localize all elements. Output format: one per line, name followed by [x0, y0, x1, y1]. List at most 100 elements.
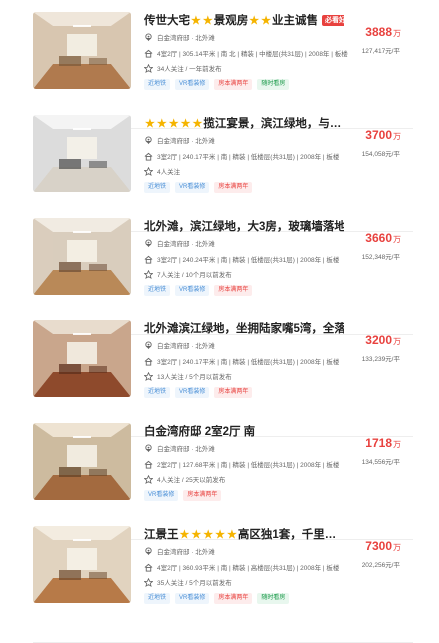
location-pin-icon — [144, 135, 153, 145]
specs-row: 3室2厅 | 240.17平米 | 南 | 精装 | 低楼层(共31层) | 2… — [144, 151, 339, 161]
location-pin-icon — [144, 32, 153, 42]
house-icon — [144, 152, 153, 161]
star-outline-icon — [143, 577, 154, 587]
listing-info: 北外滩滨江绿地，坐拥陆家嘴5湾，全落… 3200万 133,239元/平 白金湾… — [143, 319, 419, 430]
total-price-value: 7300 — [365, 539, 392, 553]
unit-price: 134,556元/平 — [361, 459, 400, 466]
specs-text: 3室2厅 | 240.24平米 | 南 | 精装 | 低楼层(共31层) | 2… — [157, 257, 340, 264]
listing-info: ★★★★★揽江宴景，滨江绿地，与…房主自荐 3700万 154,058元/平 白… — [143, 114, 419, 225]
follow-row: 4人关注 — [143, 166, 180, 176]
rating-star-icon: ★ — [191, 528, 202, 541]
house-icon — [144, 357, 153, 366]
listing-info: 白金湾府邸 2室2厅 南 1718万 134,556元/平 白金湾府邸 · 北外… — [143, 422, 419, 533]
listing-card[interactable]: 北外滩，滨江绿地，大3房，玻璃墙落地…房主自荐 3660万 152,348元/平… — [0, 217, 439, 335]
feature-badge: 近地铁 — [144, 285, 171, 296]
feature-badges: 近地铁 VR看装修 房本满两年 随时看房 — [144, 79, 290, 90]
specs-text: 4室2厅 | 360.93平米 | 南 | 精装 | 高楼层(共31层) | 2… — [157, 565, 340, 572]
star-outline-icon — [143, 371, 154, 381]
total-price-unit: 万 — [393, 29, 401, 38]
feature-badges: 近地铁 VR看装修 房本满两年 随时看房 — [144, 593, 290, 604]
total-price-unit: 万 — [393, 543, 401, 552]
listing-photo[interactable] — [33, 423, 131, 500]
community-row[interactable]: 白金湾府邸 · 北外滩 — [144, 135, 215, 145]
house-icon — [144, 563, 153, 572]
listing-card[interactable]: 北外滩滨江绿地，坐拥陆家嘴5湾，全落… 3200万 133,239元/平 白金湾… — [0, 319, 439, 437]
feature-badges: 近地铁 VR看装修 房本满两年 — [144, 182, 253, 193]
community-row[interactable]: 白金湾府邸 · 北外滩 — [144, 32, 215, 42]
star-outline-icon — [143, 166, 154, 176]
star-outline-icon — [143, 474, 154, 484]
rating-star-icon: ★ — [192, 117, 203, 130]
feature-badge: 随时看房 — [257, 79, 290, 90]
community-row[interactable]: 白金湾府邸 · 北外滩 — [144, 443, 215, 453]
total-price-value: 3888 — [365, 25, 392, 39]
listing-card[interactable]: 江景王 ★ ★ ★ ★ ★ 高区独1套，千里… 7300万 202,256元/平 白金湾府邸… — [0, 525, 439, 643]
follow-row: 7人关注 / 10个月以前发布 — [143, 269, 232, 279]
feature-badge: 房本满两年 — [214, 593, 253, 604]
listing-photo[interactable] — [33, 12, 131, 89]
rating-star-icon: ★ — [168, 117, 179, 130]
listing-title-text: 揽江宴景，滨江绿地，与… — [203, 118, 342, 130]
specs-row: 3室2厅 | 240.24平米 | 南 | 精装 | 低楼层(共31层) | 2… — [144, 254, 339, 264]
listing-title[interactable]: ★★★★★揽江宴景，滨江绿地，与…房主自荐 — [144, 114, 344, 132]
listing-title[interactable]: 江景王 ★ ★ ★ ★ ★ 高区独1套，千里… — [144, 525, 344, 543]
total-price: 1718万 — [365, 436, 401, 450]
listing-title[interactable]: 北外滩滨江绿地，坐拥陆家嘴5湾，全落… — [144, 319, 344, 337]
listing-photo[interactable] — [33, 115, 131, 192]
listing-title[interactable]: 白金湾府邸 2室2厅 南 — [144, 422, 344, 440]
unit-price: 152,348元/平 — [361, 254, 400, 261]
feature-badge: VR看装修 — [175, 182, 210, 193]
listing-photo[interactable] — [33, 320, 131, 397]
total-price-value: 3660 — [365, 231, 392, 245]
community-row[interactable]: 白金湾府邸 · 北外滩 — [144, 546, 215, 556]
listing-title-text: 白金湾府邸 2室2厅 南 — [144, 426, 256, 438]
listing-title[interactable]: 传世大宅★★景观房★★业主诚售必看好房 — [144, 11, 344, 29]
unit-price: 202,256元/平 — [361, 562, 400, 569]
house-icon — [144, 49, 153, 58]
follow-text: 4人关注 / 25天以前发布 — [157, 477, 226, 484]
specs-text: 4室2厅 | 305.14平米 | 南 北 | 精装 | 中楼层(共31层) |… — [157, 51, 348, 58]
house-icon — [144, 255, 153, 264]
community-text: 白金湾府邸 · 北外滩 — [157, 35, 215, 42]
listing-title[interactable]: 北外滩，滨江绿地，大3房，玻璃墙落地…房主自荐 — [144, 217, 344, 235]
listing-info: 北外滩，滨江绿地，大3房，玻璃墙落地…房主自荐 3660万 152,348元/平… — [143, 217, 419, 328]
rating-star-icon: ★ — [191, 14, 201, 27]
listing-tag-badge: 必看好房 — [322, 14, 344, 26]
listing-title-tail: 景观房 — [213, 15, 249, 27]
total-price: 3660万 — [365, 231, 401, 245]
total-price-value: 3700 — [365, 128, 392, 142]
feature-badge: 房本满两年 — [183, 490, 222, 501]
total-price-unit: 万 — [393, 132, 401, 141]
community-text: 白金湾府邸 · 北外滩 — [157, 343, 215, 350]
listing-card[interactable]: 传世大宅★★景观房★★业主诚售必看好房 3888万 127,417元/平 白金湾… — [0, 11, 439, 129]
star-outline-icon — [143, 63, 154, 73]
listing-photo[interactable] — [33, 218, 131, 295]
specs-text: 3室2厅 | 240.17平米 | 南 | 精装 | 低楼层(共31层) | 2… — [157, 359, 340, 366]
total-price: 7300万 — [365, 539, 401, 553]
rating-star-icon: ★ — [202, 14, 213, 27]
community-text: 白金湾府邸 · 北外滩 — [157, 549, 215, 556]
listing-title-text: 北外滩，滨江绿地，大3房，玻璃墙落地… — [144, 221, 344, 233]
follow-row: 34人关注 / 一年前发布 — [143, 63, 222, 73]
community-row[interactable]: 白金湾府邸 · 北外滩 — [144, 238, 215, 248]
listing-title-text: 江景王 — [144, 529, 179, 541]
rating-star-icon: ★ — [203, 528, 214, 541]
total-price-unit: 万 — [393, 337, 401, 346]
listing-card[interactable]: 白金湾府邸 2室2厅 南 1718万 134,556元/平 白金湾府邸 · 北外… — [0, 422, 439, 540]
listing-card[interactable]: ★★★★★揽江宴景，滨江绿地，与…房主自荐 3700万 154,058元/平 白… — [0, 114, 439, 232]
community-row[interactable]: 白金湾府邸 · 北外滩 — [144, 340, 215, 350]
feature-badge: 房本满两年 — [214, 285, 253, 296]
feature-badges: 近地铁 VR看装修 房本满两年 — [144, 387, 253, 398]
unit-price: 127,417元/平 — [361, 48, 400, 55]
feature-badge: VR看装修 — [175, 593, 210, 604]
total-price-value: 1718 — [365, 436, 392, 450]
location-pin-icon — [144, 238, 153, 248]
specs-row: 4室2厅 | 305.14平米 | 南 北 | 精装 | 中楼层(共31层) |… — [144, 48, 348, 58]
specs-text: 3室2厅 | 240.17平米 | 南 | 精装 | 低楼层(共31层) | 2… — [157, 154, 340, 161]
feature-badge: 随时看房 — [257, 593, 290, 604]
follow-text: 34人关注 / 一年前发布 — [157, 66, 222, 73]
unit-price: 154,058元/平 — [361, 151, 400, 158]
feature-badge: 房本满两年 — [214, 79, 253, 90]
listing-photo[interactable] — [33, 526, 131, 603]
feature-badge: 近地铁 — [144, 182, 171, 193]
